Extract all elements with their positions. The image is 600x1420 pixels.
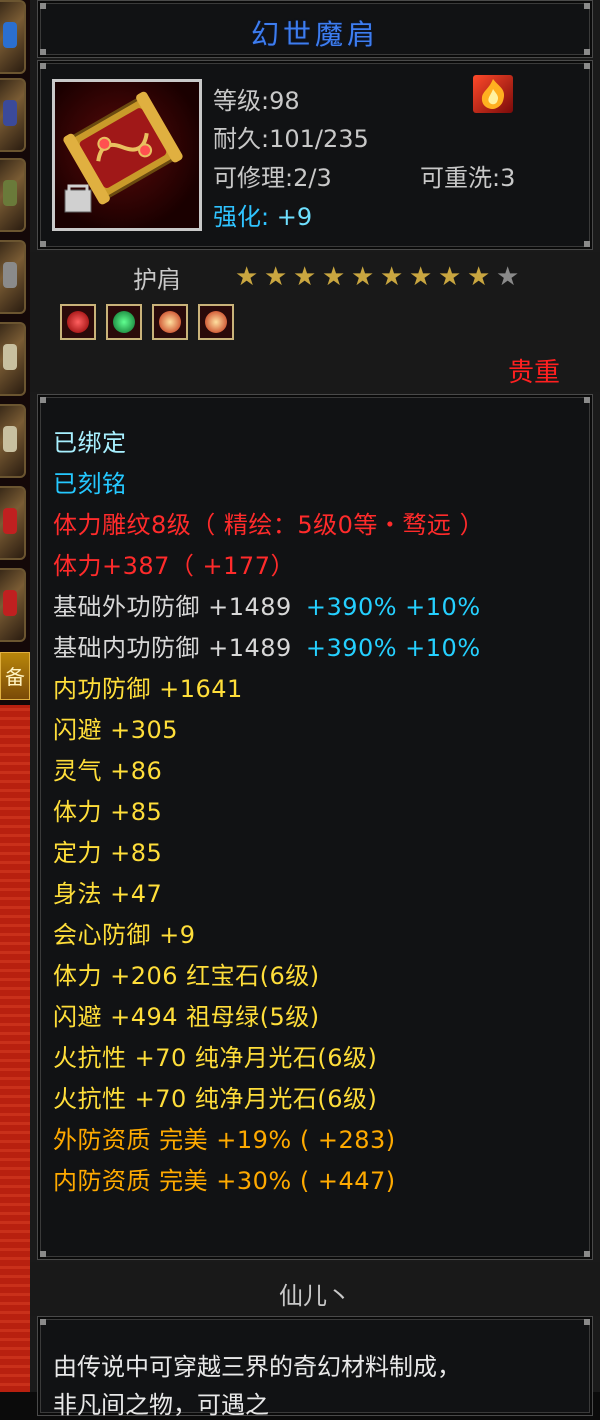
- enhance-label: 强化:: [213, 203, 270, 231]
- title-bar: 幻世魔肩: [37, 0, 593, 58]
- star-filled-icon: ★: [351, 262, 375, 292]
- moonstone-gem-icon[interactable]: [152, 304, 188, 340]
- attribute-line: 定力 +85: [53, 839, 163, 867]
- item-type: 护肩: [133, 266, 181, 294]
- attribute-line: 体力+387（ +177）: [53, 552, 295, 580]
- star-filled-icon: ★: [438, 262, 462, 292]
- attribute-line: 闪避 +305: [53, 716, 179, 744]
- attribute-line: 体力 +85: [53, 798, 163, 826]
- star-filled-icon: ★: [467, 262, 491, 292]
- equipment-slot[interactable]: [0, 240, 26, 314]
- star-filled-icon: ★: [322, 262, 346, 292]
- item-durability: 耐久:101/235: [213, 125, 369, 153]
- description-line: 由传说中可穿越三界的奇幻材料制成，: [53, 1353, 461, 1381]
- attribute-line: 基础内功防御 +1489 +390% +10%: [53, 634, 481, 662]
- green-gem-icon[interactable]: [106, 304, 142, 340]
- attribute-box: 已绑定已刻铭体力雕纹8级（ 精绘：5级0等・骛远 ） 体力+387（ +177） 基…: [37, 394, 593, 1260]
- enhance-value: +9: [276, 203, 313, 231]
- item-rewash-count: 可重洗:3: [420, 164, 516, 192]
- attribute-line: 已刻铭: [53, 470, 127, 498]
- attribute-line: 内防资质 完美 +30% ( +447): [53, 1167, 396, 1195]
- item-level: 等级:98: [213, 87, 300, 115]
- equipment-slot[interactable]: [0, 404, 26, 478]
- shoulder-guard-icon[interactable]: [52, 79, 202, 231]
- owner-bar: 仙儿丶: [30, 1262, 600, 1316]
- attribute-line: 体力雕纹8级（ 精绘：5级0等・骛远 ）: [53, 511, 485, 539]
- item-tooltip: 幻世魔肩 等级:98 耐久:101/235 可修理:2/3 可重洗:3 强化: …: [30, 0, 600, 1419]
- star-empty-icon: ★: [496, 262, 520, 292]
- star-filled-icon: ★: [235, 262, 259, 292]
- star-filled-icon: ★: [409, 262, 433, 292]
- item-repair-count: 可修理:2/3: [213, 164, 332, 192]
- equipment-slot-strip: 备: [0, 0, 30, 1392]
- attribute-line: 外防资质 完美 +19% ( +283): [53, 1126, 396, 1154]
- item-info-box: 等级:98 耐久:101/235 可修理:2/3 可重洗:3 强化: +9: [37, 60, 593, 250]
- description-box: 由传说中可穿越三界的奇幻材料制成， 非凡间之物，可遇之: [37, 1316, 593, 1419]
- equipment-slot[interactable]: [0, 322, 26, 396]
- equipment-slot[interactable]: [0, 568, 26, 642]
- attribute-line: 已绑定: [53, 429, 127, 457]
- owner-name: 仙儿丶: [279, 1282, 351, 1310]
- equipment-slot[interactable]: [0, 0, 26, 74]
- equipment-slot[interactable]: [0, 78, 26, 152]
- fire-badge-icon: [473, 75, 513, 113]
- attribute-line: 火抗性 +70 纯净月光石(6级): [53, 1085, 378, 1113]
- attribute-line: 会心防御 +9: [53, 921, 196, 949]
- moonstone-gem-icon[interactable]: [198, 304, 234, 340]
- item-enhance: 强化: +9: [213, 197, 312, 232]
- equipment-slot[interactable]: [0, 158, 26, 232]
- equipment-tab[interactable]: 备: [0, 652, 30, 700]
- attribute-line: 体力 +206 红宝石(6级): [53, 962, 320, 990]
- attribute-line: 基础外功防御 +1489 +390% +10%: [53, 593, 481, 621]
- equipment-slot[interactable]: [0, 486, 26, 560]
- attribute-line: 闪避 +494 祖母绿(5级): [53, 1003, 320, 1031]
- star-filled-icon: ★: [380, 262, 404, 292]
- attribute-line: 火抗性 +70 纯净月光石(6级): [53, 1044, 378, 1072]
- attribute-line: 内功防御 +1641: [53, 675, 243, 703]
- item-quality: 贵重: [507, 358, 560, 388]
- item-type-area: 护肩 ★ ★ ★ ★ ★ ★ ★ ★ ★ ★ 贵重: [30, 252, 600, 392]
- attribute-line: 灵气 +86: [53, 757, 163, 785]
- strip-background: [0, 705, 30, 1392]
- red-gem-icon[interactable]: [60, 304, 96, 340]
- star-filled-icon: ★: [293, 262, 317, 292]
- star-filled-icon: ★: [264, 262, 288, 292]
- description-line: 非凡间之物，可遇之: [53, 1391, 269, 1419]
- item-name: 幻世魔肩: [250, 18, 379, 51]
- attribute-line: 身法 +47: [53, 880, 163, 908]
